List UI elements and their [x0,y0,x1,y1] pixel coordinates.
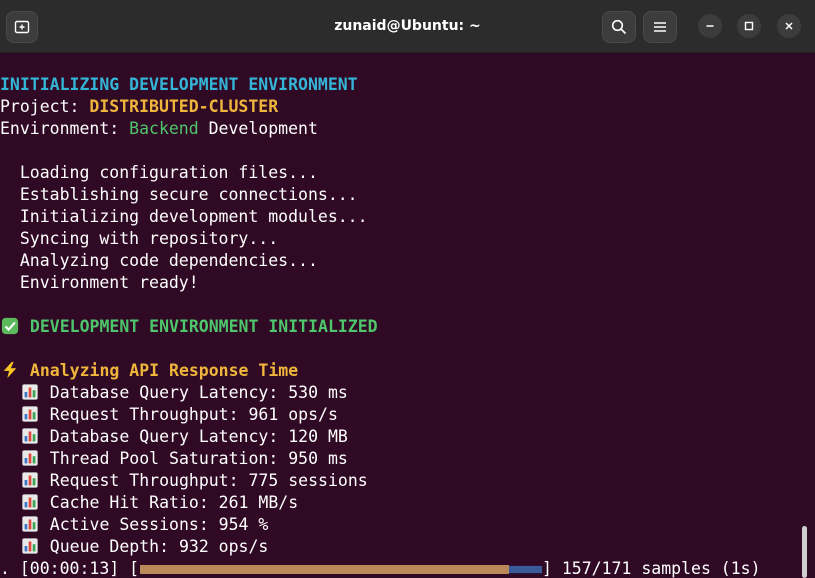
bar-chart-icon [22,384,38,400]
metric-line: Request Throughput: 961 ops/s [0,404,338,426]
metric-text: Active Sessions: 954 % [39,515,269,534]
step-line: Loading configuration files... [0,163,318,182]
initialized-text: DEVELOPMENT ENVIRONMENT INITIALIZED [20,317,378,336]
scrollbar[interactable] [802,526,807,578]
minimize-button[interactable] [698,14,722,38]
metric-text: Database Query Latency: 530 ms [39,383,348,402]
close-button[interactable] [777,14,801,38]
metric-line: Queue Depth: 932 ops/s [0,536,268,558]
metric-text: Request Throughput: 775 sessions [39,471,368,490]
metric-line: Thread Pool Saturation: 950 ms [0,448,348,470]
step-line: Establishing secure connections... [0,185,358,204]
environment-label: Environment: [0,119,130,138]
analyzing-text: Analyzing API Response Time [20,361,299,380]
progress-bar [140,565,542,574]
project-line: Project: DISTRIBUTED-CLUSTER [0,96,278,118]
metric-text: Thread Pool Saturation: 950 ms [39,449,348,468]
new-tab-button[interactable] [6,11,38,43]
progress-fill [140,565,509,574]
check-mark-icon [1,317,19,335]
title-bar: zunaid@Ubuntu: ~ [0,0,815,53]
metric-line: Database Query Latency: 120 MB [0,426,348,448]
window-title: zunaid@Ubuntu: ~ [334,18,481,34]
init-header: INITIALIZING DEVELOPMENT ENVIRONMENT [0,75,358,94]
bar-chart-icon [22,406,38,422]
step-line: Initializing development modules... [0,207,368,226]
progress-prefix: . [00:00:13] [ [0,559,140,578]
search-button[interactable] [602,11,636,43]
hamburger-menu-icon [654,22,666,32]
step-line: Environment ready! [0,273,199,292]
project-label: Project: [0,97,90,116]
environment-line: Environment: Backend Development [0,118,318,140]
progress-remaining [509,566,542,573]
analyzing-line: Analyzing API Response Time [0,360,298,382]
metric-line: Cache Hit Ratio: 261 MB/s [0,492,298,514]
metric-text: Cache Hit Ratio: 261 MB/s [39,493,299,512]
metric-text: Request Throughput: 961 ops/s [39,405,338,424]
bar-chart-icon [22,494,38,510]
maximize-icon [744,21,754,31]
terminal-output[interactable]: INITIALIZING DEVELOPMENT ENVIRONMENT Pro… [0,52,815,578]
progress-suffix: ] 157/171 samples (1s) [542,559,761,578]
close-icon [785,22,793,30]
lightning-icon [3,361,17,379]
step-line: Analyzing code dependencies... [0,251,318,270]
metric-line: Request Throughput: 775 sessions [0,470,368,492]
metric-line: Active Sessions: 954 % [0,514,268,536]
bar-chart-icon [22,450,38,466]
search-icon [611,19,627,35]
metric-text: Queue Depth: 932 ops/s [39,537,269,556]
metric-text: Database Query Latency: 120 MB [39,427,348,446]
minimize-icon [706,25,714,27]
step-line: Syncing with repository... [0,229,279,248]
bar-chart-icon [22,516,38,532]
bar-chart-icon [22,472,38,488]
maximize-button[interactable] [737,14,761,38]
bar-chart-icon [22,538,38,554]
terminal-window: zunaid@Ubuntu: ~ INITIALIZING DEVELOPMEN… [0,0,815,578]
project-value: DISTRIBUTED-CLUSTER [89,97,279,116]
bar-chart-icon [22,428,38,444]
metric-line: Database Query Latency: 530 ms [0,382,348,404]
environment-value: Backend [129,119,199,138]
environment-suffix: Development [198,119,318,138]
new-tab-icon [14,20,30,34]
initialized-line: DEVELOPMENT ENVIRONMENT INITIALIZED [0,316,378,338]
menu-button[interactable] [643,11,677,43]
